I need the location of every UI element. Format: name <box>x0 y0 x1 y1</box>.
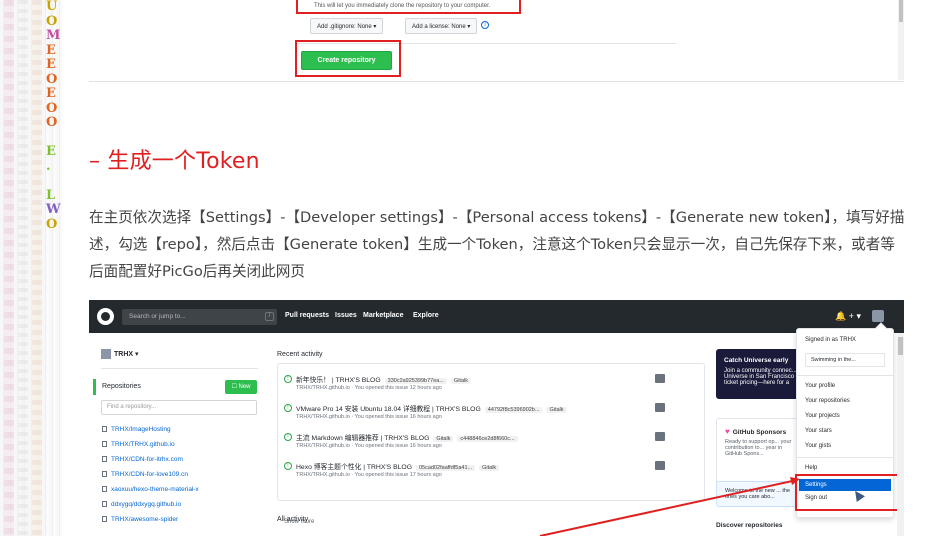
annotation-arrow-icon <box>539 477 800 536</box>
arrow-line <box>539 479 798 536</box>
arrow-head <box>790 477 800 485</box>
